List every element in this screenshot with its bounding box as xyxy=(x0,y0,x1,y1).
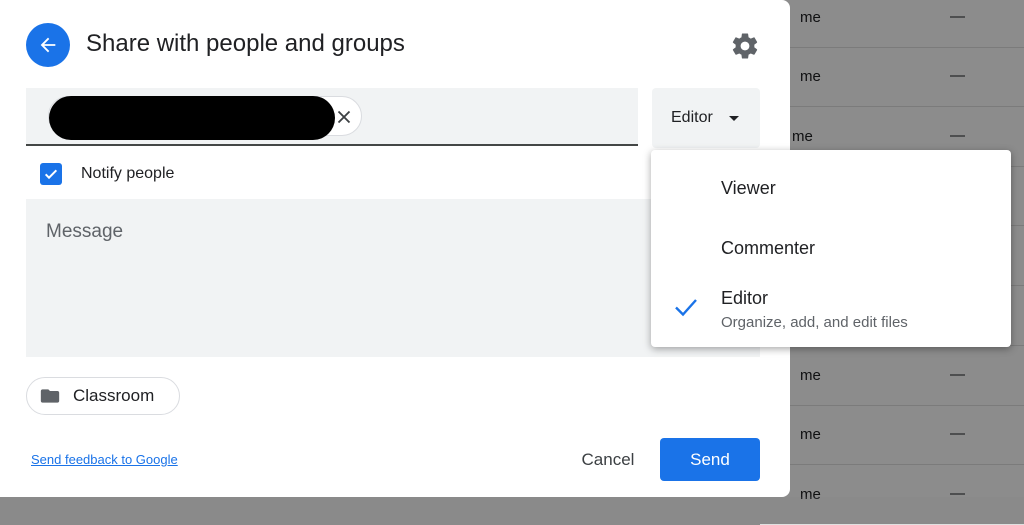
role-menu-item-viewer[interactable]: Viewer xyxy=(651,150,1011,218)
send-button[interactable]: Send xyxy=(660,438,760,481)
folder-icon xyxy=(40,389,60,403)
close-icon[interactable] xyxy=(333,106,355,128)
caret-down-icon xyxy=(728,115,739,121)
role-menu: Viewer Commenter Editor Organize, add, a… xyxy=(651,150,1011,347)
message-input[interactable] xyxy=(26,199,760,357)
classroom-folder-label: Classroom xyxy=(73,386,155,405)
arrow-left-icon xyxy=(40,37,56,53)
cancel-button[interactable]: Cancel xyxy=(568,440,648,480)
gear-icon[interactable] xyxy=(730,31,760,61)
role-menu-item-label: Commenter xyxy=(721,238,816,258)
role-dropdown-label: Editor xyxy=(671,109,713,126)
role-menu-item-label: Editor xyxy=(721,288,769,308)
dialog-title: Share with people and groups xyxy=(86,30,405,57)
role-menu-item-description: Organize, add, and edit files xyxy=(721,314,908,331)
checkmark-icon xyxy=(675,299,697,317)
notify-people-checkbox[interactable] xyxy=(40,163,62,185)
role-menu-item-label: Viewer xyxy=(721,178,776,198)
notify-people-row: Notify people xyxy=(40,163,174,185)
notify-people-label: Notify people xyxy=(81,165,175,182)
checkmark-icon xyxy=(44,169,58,180)
people-input-area[interactable] xyxy=(26,88,638,146)
send-feedback-link[interactable]: Send feedback to Google xyxy=(31,452,178,467)
role-menu-item-editor[interactable]: Editor Organize, add, and edit files xyxy=(651,276,1011,347)
classroom-folder-chip[interactable]: Classroom xyxy=(26,377,180,415)
role-menu-item-commenter[interactable]: Commenter xyxy=(651,218,1011,276)
redacted-email xyxy=(49,96,335,140)
person-chip[interactable] xyxy=(48,96,362,140)
role-dropdown-button[interactable]: Editor xyxy=(652,88,760,148)
back-button[interactable] xyxy=(26,23,70,67)
